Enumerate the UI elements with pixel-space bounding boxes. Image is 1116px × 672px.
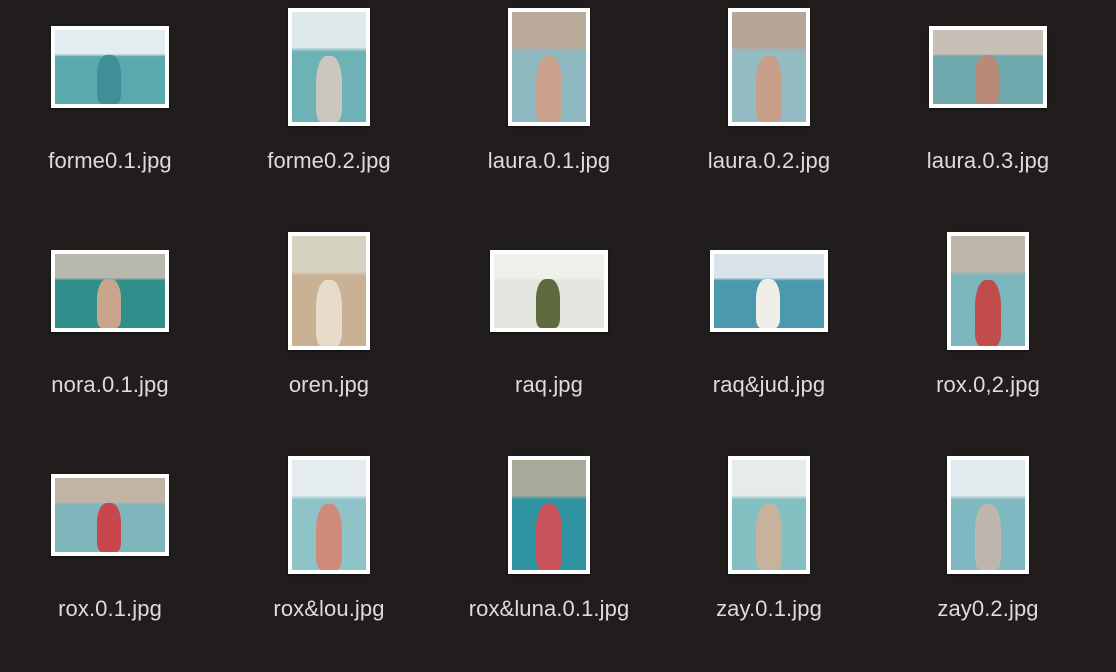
file-name-label: rox&luna.0.1.jpg bbox=[468, 596, 630, 621]
photo-subject bbox=[96, 503, 121, 552]
thumbnail-slot bbox=[878, 224, 1098, 352]
file-name-label: zay0.2.jpg bbox=[937, 596, 1039, 621]
thumbnail-slot bbox=[219, 0, 439, 128]
file-item-rox-lou-jpg[interactable]: rox&lou.jpg bbox=[219, 448, 439, 672]
photo-preview bbox=[292, 236, 366, 346]
file-item-zay0-2-jpg[interactable]: zay0.2.jpg bbox=[878, 448, 1098, 672]
file-name-label: forme0.1.jpg bbox=[48, 148, 172, 173]
file-name-label: laura.0.2.jpg bbox=[707, 148, 831, 173]
photo-preview bbox=[714, 254, 824, 328]
photo-subject bbox=[755, 56, 783, 122]
file-item-oren-jpg[interactable]: oren.jpg bbox=[219, 224, 439, 448]
thumbnail-slot bbox=[439, 448, 659, 576]
photo-subject bbox=[315, 504, 343, 570]
photo-preview bbox=[292, 12, 366, 122]
image-thumbnail[interactable] bbox=[710, 250, 828, 332]
file-name-label: forme0.2.jpg bbox=[267, 148, 391, 173]
file-grid: forme0.1.jpg forme0.2.jpg laura.0.1.jpg lau… bbox=[0, 0, 1116, 656]
file-item-raq-jpg[interactable]: raq.jpg bbox=[439, 224, 659, 448]
image-thumbnail[interactable] bbox=[288, 8, 370, 126]
photo-subject bbox=[535, 279, 560, 328]
image-thumbnail[interactable] bbox=[728, 456, 810, 574]
file-item-rox-luna-0-1-jpg[interactable]: rox&luna.0.1.jpg bbox=[439, 448, 659, 672]
file-item-rox-0-1-jpg[interactable]: rox.0.1.jpg bbox=[0, 448, 220, 672]
image-thumbnail[interactable] bbox=[728, 8, 810, 126]
image-thumbnail[interactable] bbox=[490, 250, 608, 332]
thumbnail-slot bbox=[0, 0, 220, 128]
file-name-label: rox&lou.jpg bbox=[273, 596, 385, 621]
thumbnail-slot bbox=[0, 224, 220, 352]
file-name-label: zay.0.1.jpg bbox=[716, 596, 822, 621]
thumbnail-slot bbox=[659, 448, 879, 576]
image-thumbnail[interactable] bbox=[288, 232, 370, 350]
photo-preview bbox=[494, 254, 604, 328]
image-thumbnail[interactable] bbox=[947, 232, 1029, 350]
photo-subject bbox=[96, 279, 121, 328]
file-item-forme0-2-jpg[interactable]: forme0.2.jpg bbox=[219, 0, 439, 224]
image-thumbnail[interactable] bbox=[929, 26, 1047, 108]
file-name-label: rox.0,2.jpg bbox=[936, 372, 1040, 397]
file-name-label: oren.jpg bbox=[288, 372, 370, 397]
image-thumbnail[interactable] bbox=[288, 456, 370, 574]
image-thumbnail[interactable] bbox=[51, 250, 169, 332]
photo-preview bbox=[512, 460, 586, 570]
photo-preview bbox=[951, 236, 1025, 346]
thumbnail-slot bbox=[659, 0, 879, 128]
photo-subject bbox=[974, 280, 1002, 346]
file-item-zay-0-1-jpg[interactable]: zay.0.1.jpg bbox=[659, 448, 879, 672]
photo-subject bbox=[535, 56, 563, 122]
image-thumbnail[interactable] bbox=[947, 456, 1029, 574]
photo-subject bbox=[96, 55, 121, 104]
file-item-nora-0-1-jpg[interactable]: nora.0.1.jpg bbox=[0, 224, 220, 448]
photo-subject bbox=[755, 504, 783, 570]
thumbnail-slot bbox=[219, 448, 439, 576]
photo-subject bbox=[315, 280, 343, 346]
photo-preview bbox=[55, 478, 165, 552]
thumbnail-slot bbox=[0, 448, 220, 576]
photo-preview bbox=[55, 254, 165, 328]
file-item-raq-jud-jpg[interactable]: raq&jud.jpg bbox=[659, 224, 879, 448]
image-thumbnail[interactable] bbox=[508, 8, 590, 126]
file-name-label: nora.0.1.jpg bbox=[51, 372, 169, 397]
image-thumbnail[interactable] bbox=[51, 26, 169, 108]
photo-subject bbox=[535, 504, 563, 570]
photo-preview bbox=[732, 460, 806, 570]
photo-subject bbox=[755, 279, 780, 328]
file-name-label: raq&jud.jpg bbox=[712, 372, 826, 397]
photo-subject bbox=[974, 55, 999, 104]
file-name-label: laura.0.1.jpg bbox=[487, 148, 611, 173]
image-thumbnail[interactable] bbox=[51, 474, 169, 556]
file-item-laura-0-2-jpg[interactable]: laura.0.2.jpg bbox=[659, 0, 879, 224]
thumbnail-slot bbox=[878, 0, 1098, 128]
file-name-label: raq.jpg bbox=[515, 372, 583, 397]
thumbnail-slot bbox=[219, 224, 439, 352]
thumbnail-slot bbox=[659, 224, 879, 352]
photo-subject bbox=[974, 504, 1002, 570]
thumbnail-slot bbox=[439, 0, 659, 128]
file-item-forme0-1-jpg[interactable]: forme0.1.jpg bbox=[0, 0, 220, 224]
photo-preview bbox=[732, 12, 806, 122]
photo-preview bbox=[512, 12, 586, 122]
thumbnail-slot bbox=[878, 448, 1098, 576]
file-item-rox-0-2-jpg[interactable]: rox.0,2.jpg bbox=[878, 224, 1098, 448]
photo-preview bbox=[933, 30, 1043, 104]
photo-preview bbox=[55, 30, 165, 104]
file-name-label: laura.0.3.jpg bbox=[926, 148, 1050, 173]
file-item-laura-0-3-jpg[interactable]: laura.0.3.jpg bbox=[878, 0, 1098, 224]
image-thumbnail[interactable] bbox=[508, 456, 590, 574]
file-name-label: rox.0.1.jpg bbox=[58, 596, 162, 621]
thumbnail-slot bbox=[439, 224, 659, 352]
photo-preview bbox=[292, 460, 366, 570]
photo-subject bbox=[315, 56, 343, 122]
file-item-laura-0-1-jpg[interactable]: laura.0.1.jpg bbox=[439, 0, 659, 224]
photo-preview bbox=[951, 460, 1025, 570]
